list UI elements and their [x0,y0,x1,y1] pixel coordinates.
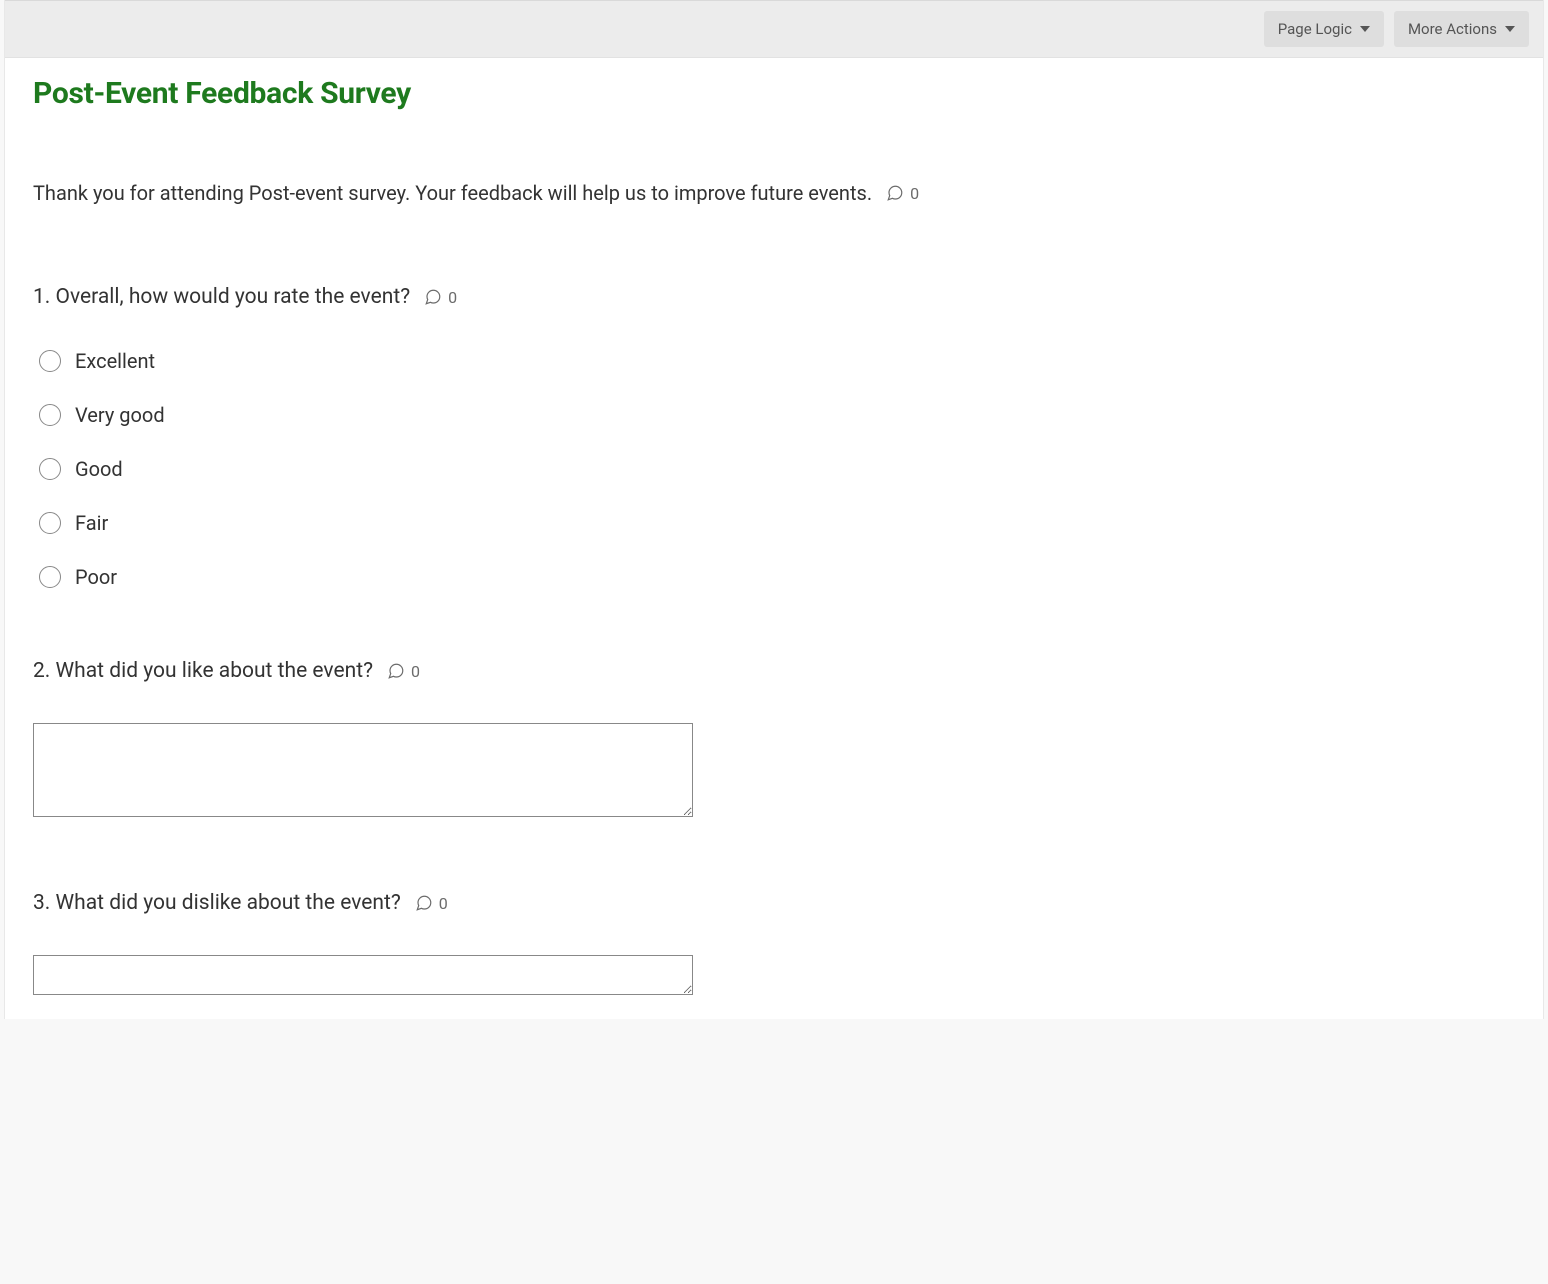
question-2-text: 2. What did you like about the event? [33,659,373,683]
question-2: 2. What did you like about the event? 0 [33,659,1515,821]
more-actions-label: More Actions [1408,20,1497,38]
question-2-header: 2. What did you like about the event? 0 [33,659,1515,683]
page-logic-label: Page Logic [1278,20,1352,38]
question-3-comment-badge[interactable]: 0 [415,894,448,913]
question-3-text: 3. What did you dislike about the event? [33,891,401,915]
radio-icon [39,350,61,372]
page-logic-button[interactable]: Page Logic [1264,11,1384,47]
option-label: Excellent [75,349,155,373]
survey-content: Post-Event Feedback Survey Thank you for… [5,58,1543,1019]
question-1-header: 1. Overall, how would you rate the event… [33,285,1515,309]
survey-page: Page Logic More Actions Post-Event Feedb… [4,0,1544,1019]
radio-option-fair[interactable]: Fair [39,511,1515,535]
caret-down-icon [1360,26,1370,32]
question-1-text: 1. Overall, how would you rate the event… [33,285,410,309]
question-1-options: Excellent Very good Good Fair Poor [33,349,1515,589]
radio-icon [39,404,61,426]
radio-option-good[interactable]: Good [39,457,1515,481]
comment-icon [387,662,405,680]
question-3: 3. What did you dislike about the event?… [33,891,1515,999]
radio-icon [39,566,61,588]
question-2-textarea[interactable] [33,723,693,817]
option-label: Very good [75,403,165,427]
question-1: 1. Overall, how would you rate the event… [33,285,1515,589]
radio-icon [39,512,61,534]
comment-icon [886,184,904,202]
survey-intro-text: Thank you for attending Post-event surve… [33,181,872,205]
radio-option-excellent[interactable]: Excellent [39,349,1515,373]
question-3-comment-count: 0 [439,894,448,913]
question-2-comment-badge[interactable]: 0 [387,662,420,681]
top-toolbar: Page Logic More Actions [5,0,1543,58]
radio-option-poor[interactable]: Poor [39,565,1515,589]
question-3-header: 3. What did you dislike about the event?… [33,891,1515,915]
intro-comment-count: 0 [910,184,919,203]
question-1-comment-badge[interactable]: 0 [424,288,457,307]
option-label: Poor [75,565,117,589]
option-label: Good [75,457,123,481]
comment-icon [424,288,442,306]
comment-icon [415,894,433,912]
caret-down-icon [1505,26,1515,32]
radio-icon [39,458,61,480]
option-label: Fair [75,511,108,535]
question-3-textarea[interactable] [33,955,693,995]
more-actions-button[interactable]: More Actions [1394,11,1529,47]
question-1-comment-count: 0 [448,288,457,307]
radio-option-very-good[interactable]: Very good [39,403,1515,427]
question-2-comment-count: 0 [411,662,420,681]
survey-intro-row: Thank you for attending Post-event surve… [33,181,1515,205]
survey-title: Post-Event Feedback Survey [33,76,1515,111]
intro-comment-badge[interactable]: 0 [886,184,919,203]
